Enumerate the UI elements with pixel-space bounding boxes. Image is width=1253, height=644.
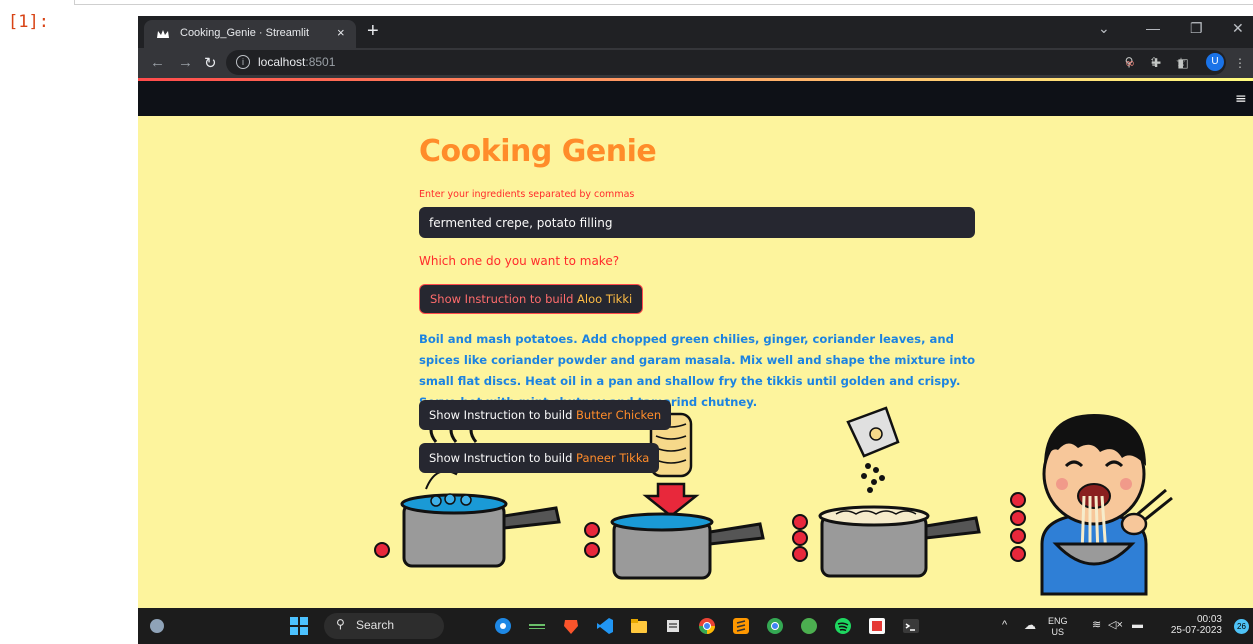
tab-search-chevron-icon[interactable]: ⌄ (1098, 20, 1110, 37)
notification-badge[interactable]: 26 (1234, 619, 1249, 634)
search-placeholder: Search (356, 618, 395, 632)
info-icon[interactable]: i (236, 55, 250, 69)
browser-tab[interactable]: Cooking_Genie · Streamlit × (144, 20, 356, 48)
dish-question: Which one do you want to make? (419, 254, 620, 268)
step-dot (1010, 492, 1026, 508)
hamburger-menu-icon[interactable]: ≡ (1235, 91, 1247, 107)
show-butter-chicken-button[interactable]: Show Instruction to build Butter Chicken (419, 400, 672, 430)
extensions-puzzle-icon[interactable]: ✚ (1148, 55, 1164, 71)
header-decoration (138, 78, 1253, 81)
profile-avatar[interactable]: U (1206, 53, 1224, 71)
terminal-icon[interactable] (902, 617, 920, 635)
cooking-illustration (374, 404, 1173, 596)
show-paneer-tikka-button[interactable]: Show Instruction to build Paneer Tikka (419, 443, 660, 473)
clock[interactable]: 00:03 25-07-2023 (1156, 614, 1222, 636)
cell-execution-prompt: [1]: (8, 12, 49, 32)
page-title: Cooking Genie (419, 134, 657, 169)
new-tab-icon[interactable]: + (367, 20, 379, 42)
dish-name: Aloo Tikki (577, 292, 633, 306)
kebab-menu-icon[interactable]: ⋮ (1232, 55, 1248, 71)
url-text: localhost:8501 (258, 55, 335, 69)
battery-icon[interactable]: ▬ (1132, 620, 1143, 631)
tab-title: Cooking_Genie · Streamlit (180, 27, 310, 39)
brave-browser-icon[interactable] (562, 617, 580, 635)
step-dot (1010, 528, 1026, 544)
step-dot (792, 546, 808, 562)
back-arrow-icon[interactable]: ← (150, 54, 165, 71)
notebook-cell-border (74, 0, 1253, 5)
search-icon: ⚲ (336, 617, 345, 631)
wifi-icon[interactable]: ≋ (1092, 620, 1101, 631)
tray-overflow-icon[interactable]: ^ (1002, 620, 1007, 631)
lang-region: US (1051, 627, 1065, 637)
taskbar-search[interactable]: ⚲ Search (324, 613, 444, 639)
ingredients-input[interactable] (419, 207, 975, 238)
streamlit-header: ≡ (138, 78, 1253, 116)
terminal-app-icon[interactable] (528, 617, 546, 635)
pot-seasoning (818, 406, 981, 578)
show-aloo-tikki-button[interactable]: Show Instruction to build Aloo Tikki (419, 284, 644, 314)
app-main: Cooking Genie Enter your ingredients sep… (138, 116, 1253, 608)
dish-name: Butter Chicken (576, 408, 662, 422)
browser-screenshot: Cooking_Genie · Streamlit × + ⌄ — ❐ ✕ ← … (138, 16, 1253, 644)
vscode-icon[interactable] (596, 617, 614, 635)
weather-icon[interactable] (148, 617, 166, 635)
pot-noodles-added (610, 412, 765, 580)
reload-icon[interactable]: ↻ (204, 54, 217, 72)
speaker-muted-icon[interactable]: ◁× (1108, 620, 1123, 631)
address-bar[interactable]: i localhost:8501 ⚲ ⇪ ☆ (226, 50, 1226, 75)
step-dot (792, 530, 808, 546)
step-dot (584, 542, 600, 558)
extension-glasses-icon[interactable]: ∞ (1122, 55, 1138, 71)
clock-time: 00:03 (1196, 614, 1222, 625)
side-panel-icon[interactable]: ◧ (1175, 55, 1191, 71)
dish-name: Paneer Tikka (576, 451, 650, 465)
windows-taskbar: ⚲ Search ^ ☁ ENG US ≋ ◁× ▬ 00:03 25-07-2… (138, 608, 1253, 644)
ingredients-label: Enter your ingredients separated by comm… (419, 189, 635, 200)
torrent-icon[interactable] (800, 617, 818, 635)
boy-eating-noodles (1040, 414, 1173, 596)
tab-strip: Cooking_Genie · Streamlit × + ⌄ — ❐ ✕ (138, 16, 1253, 48)
step-dot (374, 542, 390, 558)
step-dot (584, 522, 600, 538)
button-prefix: Show Instruction to build (430, 292, 578, 306)
spotify-icon[interactable] (834, 617, 852, 635)
window-close-icon[interactable]: ✕ (1232, 20, 1244, 37)
file-explorer-icon[interactable] (630, 617, 648, 635)
onedrive-cloud-icon[interactable]: ☁ (1024, 619, 1036, 631)
dictionary-app-icon[interactable] (868, 617, 886, 635)
button-prefix: Show Instruction to build (429, 408, 577, 422)
step-dot (1010, 546, 1026, 562)
chrome-icon[interactable] (698, 617, 716, 635)
windows-start-icon[interactable] (290, 617, 308, 635)
streamlit-crown-icon (157, 30, 169, 38)
minimize-icon[interactable]: — (1146, 20, 1160, 36)
url-host: localhost (258, 55, 306, 69)
meet-app-icon[interactable] (494, 617, 512, 635)
url-port: :8501 (305, 55, 336, 69)
forward-arrow-icon[interactable]: → (178, 54, 193, 71)
step-dot (1010, 510, 1026, 526)
browser-toolbar: ← → ↻ i localhost:8501 ⚲ ⇪ ☆ ∞ ✚ ◧ U ⋮ (138, 48, 1253, 78)
chrome-profile-icon[interactable] (766, 617, 784, 635)
language-indicator[interactable]: ENG US (1048, 616, 1068, 638)
clock-date: 25-07-2023 (1170, 625, 1222, 636)
sublime-text-icon[interactable] (732, 617, 750, 635)
lang-code: ENG (1048, 616, 1068, 626)
notepad-icon[interactable] (664, 617, 682, 635)
step-dot (792, 514, 808, 530)
button-prefix: Show Instruction to build (429, 451, 577, 465)
close-tab-icon[interactable]: × (337, 25, 345, 40)
restore-icon[interactable]: ❐ (1190, 20, 1203, 37)
